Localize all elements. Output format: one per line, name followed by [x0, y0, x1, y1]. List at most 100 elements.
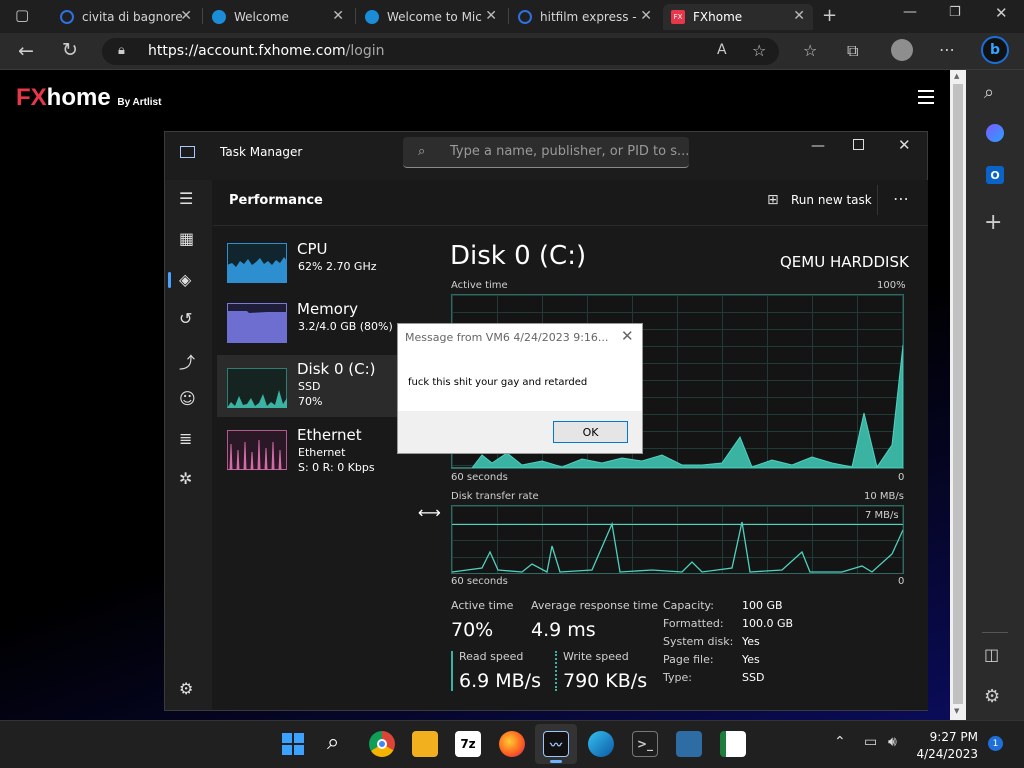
prop-label: Capacity: [663, 599, 714, 612]
avg-response-value: 4.9 ms [531, 619, 596, 641]
tm-minimize-icon[interactable]: — [811, 138, 825, 154]
notepad-icon[interactable] [720, 731, 746, 757]
tm-close-icon[interactable]: ✕ [898, 136, 911, 154]
search-icon: ⌕ [418, 144, 426, 159]
task-manager-taskbar-icon[interactable]: 〰 [543, 731, 569, 757]
url-domain: https://account.fxhome.com [148, 43, 346, 59]
sidebar-toggle-icon[interactable]: ◫ [984, 645, 999, 664]
transfer-line-label: 7 MB/s [865, 510, 899, 521]
cpu-sparkline [227, 243, 287, 283]
bing-chat-icon[interactable]: b [981, 36, 1009, 64]
run-new-task-button[interactable]: Run new task [791, 193, 872, 207]
notification-badge[interactable]: 1 [988, 736, 1003, 751]
write-speed-marker [555, 651, 557, 691]
settings-icon[interactable]: ⚙ [179, 679, 193, 698]
dialog-message: fuck this shit your gay and retarded [408, 377, 588, 388]
close-icon[interactable]: ✕ [485, 8, 497, 24]
disk-title: Disk 0 (C:) [450, 241, 587, 271]
edge-icon [365, 10, 379, 24]
tab-divider [355, 8, 356, 24]
resource-detail: 62% 2.70 GHz [298, 260, 377, 273]
axis-zero-label: 0 [898, 576, 905, 587]
dialog-close-icon[interactable]: ✕ [621, 327, 634, 345]
active-time-chart-label: Active time [451, 280, 508, 291]
volume-icon[interactable]: 🔊︎ [888, 734, 897, 750]
tab-divider [202, 8, 203, 24]
details-icon[interactable]: ≣ [179, 429, 192, 448]
close-window-icon[interactable]: ✕ [995, 4, 1008, 22]
prop-value: Yes [742, 653, 760, 666]
firefox-icon[interactable] [499, 731, 525, 757]
new-tab-icon[interactable]: + [822, 5, 837, 26]
performance-icon[interactable]: ◈ [179, 270, 191, 289]
task-manager-app-icon [180, 146, 195, 158]
close-icon[interactable]: ✕ [640, 8, 652, 24]
back-icon[interactable]: ← [18, 40, 34, 62]
tab-actions-icon[interactable]: ▢ [15, 6, 29, 24]
restore-icon[interactable]: ❐ [949, 5, 961, 20]
services-icon[interactable]: ✲ [179, 469, 192, 488]
close-icon[interactable]: ✕ [793, 8, 805, 24]
ok-button[interactable]: OK [553, 421, 628, 443]
start-windows-icon[interactable] [282, 733, 304, 755]
tab-civita[interactable]: civita di bagnore ✕ [52, 4, 200, 30]
remote-desktop-icon[interactable] [676, 731, 702, 757]
url-path: /login [345, 43, 385, 59]
tab-hitfilm[interactable]: hitfilm express - ✕ [510, 4, 660, 30]
outlook-icon[interactable]: O [986, 166, 1004, 184]
users-icon[interactable]: ☺ [179, 389, 196, 408]
clock-time: 9:27 PM [929, 730, 978, 744]
file-explorer-icon[interactable] [412, 731, 438, 757]
add-favorite-icon[interactable]: ☆ [752, 41, 766, 60]
processes-icon[interactable]: ▦ [179, 229, 194, 248]
edge-icon [212, 10, 226, 24]
task-manager-title: Task Manager [220, 145, 303, 159]
minimize-icon[interactable]: — [903, 4, 917, 20]
terminal-icon[interactable]: >_ [632, 731, 658, 757]
menu-hamburger-icon[interactable] [918, 90, 934, 108]
scroll-down-icon[interactable]: ▼ [954, 707, 959, 715]
app-history-icon[interactable]: ↺ [179, 309, 192, 328]
more-options-icon[interactable]: ⋯ [893, 189, 909, 208]
collections-icon[interactable]: ⧉ [847, 41, 858, 61]
tab-welcome-microsoft[interactable]: Welcome to Mic ✕ [357, 4, 505, 30]
prop-label: Type: [663, 671, 692, 684]
favorites-icon[interactable]: ☆ [803, 41, 817, 60]
fxhome-logo[interactable]: FXhome By Artlist [16, 84, 161, 112]
close-icon[interactable]: ✕ [332, 8, 344, 24]
add-sidebar-app-icon[interactable]: + [984, 210, 1002, 235]
prop-value: 100.0 GB [742, 617, 794, 630]
tm-maximize-icon[interactable] [853, 139, 864, 150]
resource-name: Disk 0 (C:) [297, 360, 376, 378]
scrollbar-thumb[interactable] [953, 84, 963, 704]
lock-icon[interactable]: 🔒︎ [118, 43, 125, 58]
chrome-icon[interactable] [369, 731, 395, 757]
logo-fx: FX [16, 84, 47, 111]
network-icon[interactable]: ▭ [864, 734, 877, 750]
edge-icon[interactable] [588, 731, 614, 757]
transfer-rate-graph [452, 521, 903, 573]
profile-avatar-icon[interactable] [891, 39, 913, 61]
show-hidden-icons-icon[interactable]: ⌃ [834, 734, 846, 750]
settings-gear-icon[interactable]: ⚙ [984, 686, 1000, 707]
resource-detail: SSD [298, 380, 321, 393]
time-axis-label: 60 seconds [451, 472, 508, 483]
copilot-icon[interactable] [986, 124, 1004, 142]
taskbar-clock[interactable]: 9:27 PM 4/24/2023 [912, 729, 978, 763]
close-icon[interactable]: ✕ [180, 8, 192, 24]
scroll-up-icon[interactable]: ▲ [954, 72, 959, 80]
startup-apps-icon[interactable]: ⤴ [179, 349, 195, 373]
transfer-rate-max-label: 10 MB/s [864, 491, 904, 502]
search-icon[interactable]: ⌕ [984, 82, 994, 103]
hamburger-icon[interactable]: ☰ [179, 189, 193, 208]
search-icon[interactable]: ⌕ [327, 730, 339, 755]
tab-welcome[interactable]: Welcome ✕ [204, 4, 352, 30]
page-title: Performance [229, 193, 323, 208]
7zip-icon[interactable]: 7z [455, 731, 481, 757]
tab-fxhome[interactable]: FX FXhome ✕ [663, 4, 813, 30]
url-text: https://account.fxhome.com/login [148, 43, 385, 59]
refresh-icon[interactable]: ↻ [62, 39, 78, 61]
read-aloud-icon[interactable]: A [717, 42, 727, 58]
more-options-icon[interactable]: ⋯ [939, 40, 955, 59]
search-icon [518, 10, 532, 24]
